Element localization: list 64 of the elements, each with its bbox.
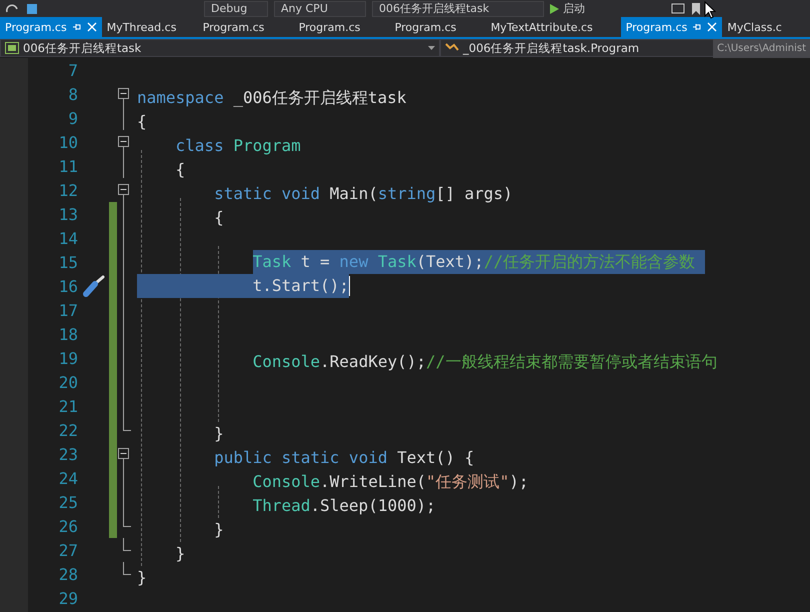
start-button[interactable]: 启动: [550, 1, 585, 16]
file-tab[interactable]: Program.cs: [198, 17, 294, 37]
screwdriver-icon[interactable]: [82, 275, 106, 297]
code-line: namespace _006任务开启线程task: [137, 86, 406, 109]
toolbar-dropdown[interactable]: Debug: [204, 0, 268, 16]
line-number: 20: [58, 372, 78, 392]
csharp-project-icon: [5, 42, 19, 54]
file-tab[interactable]: MyTextAttribute.cs: [486, 17, 621, 37]
line-number: 17: [58, 300, 78, 320]
code-line: Console.ReadKey();//一般线程结束都需要暂停或者结束语句: [252, 350, 718, 372]
pin-icon[interactable]: [692, 22, 702, 32]
code-line: {: [213, 206, 224, 228]
pin-icon[interactable]: [72, 22, 82, 32]
path-tooltip: C:\Users\Administ: [713, 39, 810, 58]
mouse-pointer-icon: [704, 1, 716, 19]
line-number: 9: [67, 108, 78, 128]
line-number: 28: [58, 564, 78, 584]
code-line: }: [137, 566, 147, 588]
line-number: 11: [58, 156, 78, 176]
line-number: 15: [58, 252, 78, 272]
file-tab[interactable]: MyClass.c: [722, 17, 810, 37]
line-number: 24: [58, 468, 78, 488]
file-tab[interactable]: Program.cs: [0, 17, 102, 37]
caret-icon: [428, 46, 435, 50]
line-number: 27: [58, 540, 78, 560]
file-tab[interactable]: MyThread.cs: [102, 17, 198, 37]
toolbar-icon[interactable]: [671, 2, 685, 14]
save-icon[interactable]: [26, 2, 38, 14]
line-number: 16: [58, 276, 78, 296]
redo-icon[interactable]: [4, 2, 20, 14]
toolbar-dropdown[interactable]: 006任务开启线程task: [372, 0, 544, 16]
line-number: 25: [58, 492, 78, 512]
line-number: 14: [58, 228, 78, 248]
line-number: 26: [58, 516, 78, 536]
line-number: 18: [58, 324, 78, 344]
line-number: 21: [58, 396, 78, 416]
line-number: 29: [58, 588, 78, 608]
code-line: {: [174, 158, 186, 180]
code-line: }: [213, 422, 224, 444]
file-tab[interactable]: Program.cs: [390, 17, 486, 37]
play-icon: [550, 4, 559, 14]
code-line: class Program: [174, 134, 301, 156]
file-tab[interactable]: Program.cs: [294, 17, 390, 37]
line-number: 23: [58, 444, 78, 464]
close-icon[interactable]: [707, 22, 718, 32]
line-number: 8: [67, 84, 78, 104]
file-tab[interactable]: Program.cs: [620, 17, 722, 37]
code-line: public static void Text() {: [213, 446, 474, 468]
code-line: Thread.Sleep(1000);: [252, 494, 436, 516]
bookmark-icon[interactable]: [691, 2, 701, 14]
code-line: }: [174, 542, 186, 564]
line-number: 10: [58, 132, 78, 152]
code-line: {: [137, 110, 147, 132]
close-icon[interactable]: [86, 22, 97, 32]
code-line: Console.WriteLine("任务测试");: [252, 470, 529, 492]
toolbar-dropdown[interactable]: Any CPU: [274, 0, 366, 16]
line-number: 19: [58, 348, 78, 368]
line-number: 13: [58, 204, 78, 224]
project-dropdown[interactable]: 006任务开启线程task: [0, 39, 440, 57]
code-line: static void Main(string[] args): [213, 182, 513, 204]
line-number: 12: [58, 180, 78, 200]
line-number: 22: [58, 420, 78, 440]
code-line: }: [213, 518, 224, 540]
line-number: 7: [67, 60, 78, 80]
